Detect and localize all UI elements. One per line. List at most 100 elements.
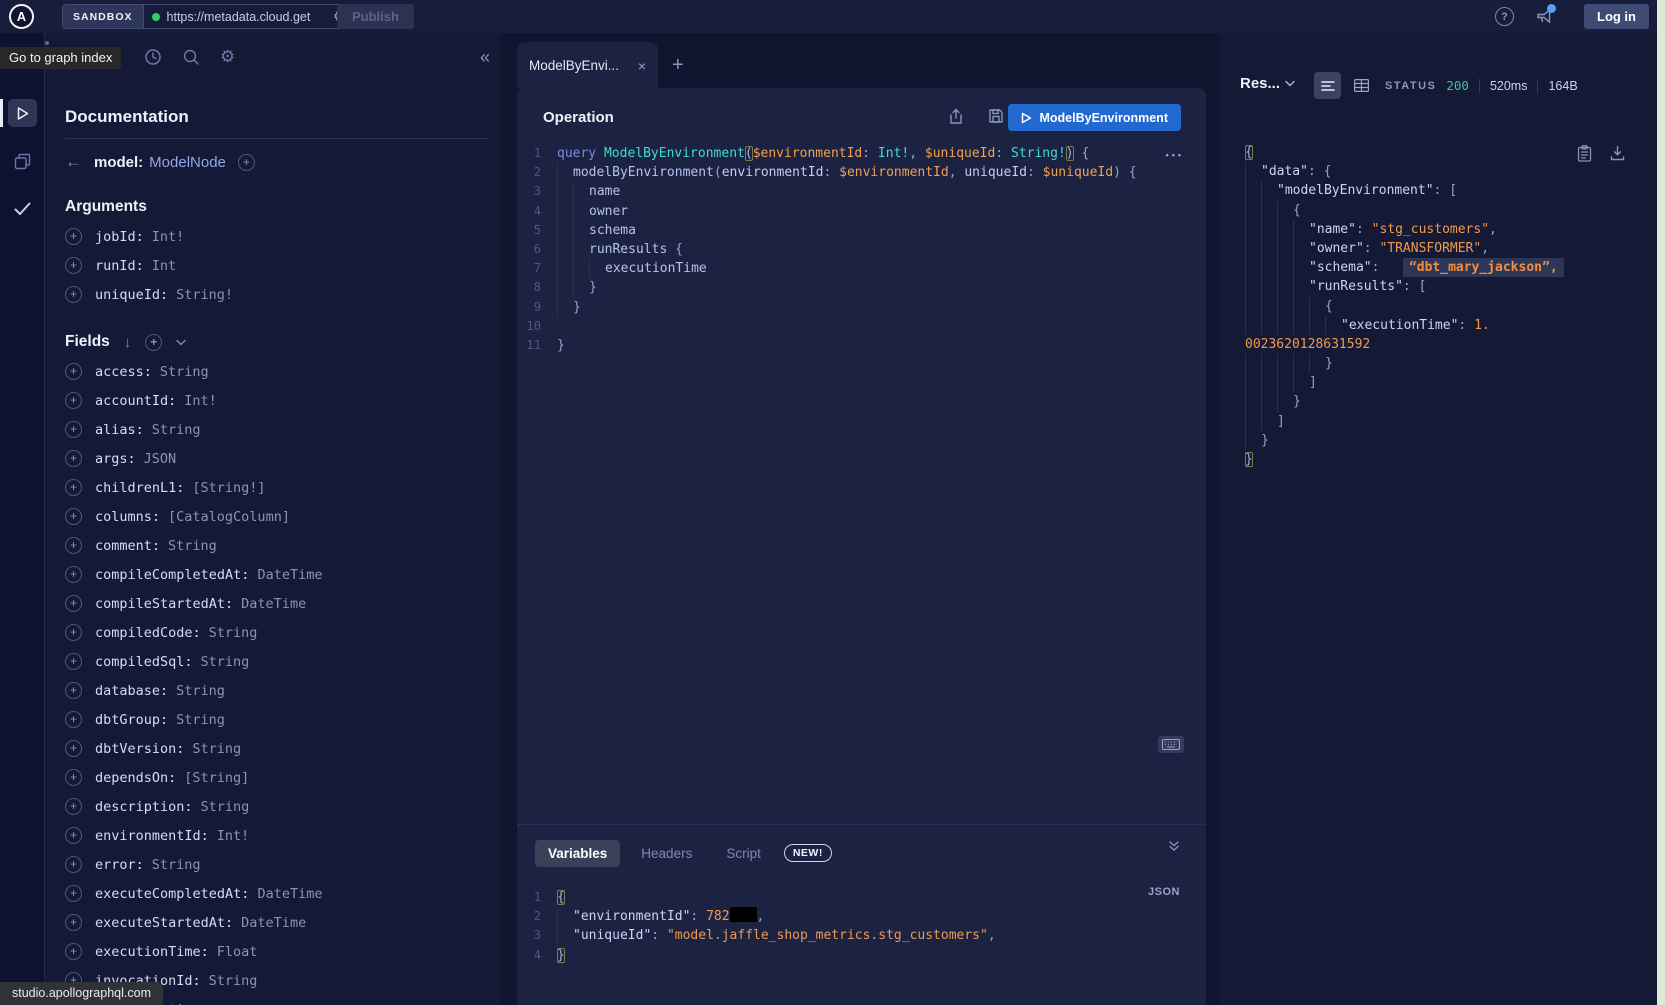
run-operation-button[interactable]: ModelByEnvironment bbox=[1008, 104, 1182, 131]
add-field-button[interactable]: + bbox=[65, 479, 82, 496]
collapse-variables-icon[interactable] bbox=[1168, 840, 1180, 852]
apollo-logo[interactable]: A bbox=[9, 4, 34, 29]
field-name[interactable]: dbtVersion: bbox=[95, 741, 184, 757]
field-name[interactable]: error: bbox=[95, 857, 144, 873]
table-view-icon[interactable] bbox=[1348, 72, 1375, 99]
sort-fields-icon[interactable]: ↓ bbox=[124, 334, 132, 351]
type-name-link[interactable]: ModelNode bbox=[149, 154, 226, 171]
add-field-button[interactable]: + bbox=[65, 856, 82, 873]
add-field-button[interactable]: + bbox=[65, 827, 82, 844]
field-type[interactable]: String bbox=[192, 741, 241, 757]
field-type[interactable]: String bbox=[209, 625, 258, 641]
add-field-button[interactable]: + bbox=[65, 943, 82, 960]
field-name[interactable]: compiledCode: bbox=[95, 625, 201, 641]
field-name[interactable]: compileCompletedAt: bbox=[95, 567, 249, 583]
field-type[interactable]: String bbox=[201, 799, 250, 815]
field-type[interactable]: JSON bbox=[144, 451, 177, 467]
save-icon[interactable] bbox=[988, 108, 1004, 124]
field-name[interactable]: alias: bbox=[95, 422, 144, 438]
field-type[interactable]: DateTime bbox=[257, 886, 322, 902]
field-type[interactable]: String bbox=[201, 654, 250, 670]
field-name[interactable]: args: bbox=[95, 451, 136, 467]
add-field-button[interactable]: + bbox=[65, 286, 82, 303]
add-field-button[interactable]: + bbox=[65, 228, 82, 245]
add-field-button[interactable]: + bbox=[65, 392, 82, 409]
field-type[interactable]: DateTime bbox=[241, 596, 306, 612]
add-field-button[interactable]: + bbox=[65, 566, 82, 583]
add-field-button[interactable]: + bbox=[65, 624, 82, 641]
add-field-button[interactable]: + bbox=[65, 508, 82, 525]
field-type[interactable]: String bbox=[152, 857, 201, 873]
add-field-button[interactable]: + bbox=[65, 914, 82, 931]
add-field-button[interactable]: + bbox=[65, 421, 82, 438]
field-type[interactable]: [CatalogColumn] bbox=[168, 509, 290, 525]
operation-tab[interactable]: ModelByEnvi... × bbox=[517, 42, 658, 89]
add-field-button[interactable]: + bbox=[65, 450, 82, 467]
publish-button[interactable]: Publish bbox=[337, 4, 414, 29]
add-field-button[interactable]: + bbox=[65, 885, 82, 902]
tree-view-icon[interactable] bbox=[1314, 72, 1341, 99]
search-icon[interactable] bbox=[182, 48, 200, 66]
field-type[interactable]: String! bbox=[176, 287, 233, 303]
field-name[interactable]: compileStartedAt: bbox=[95, 596, 233, 612]
field-type[interactable]: DateTime bbox=[257, 567, 322, 583]
collapse-panel-icon[interactable]: « bbox=[480, 47, 490, 68]
field-name[interactable]: description: bbox=[95, 799, 193, 815]
nav-explorer-icon[interactable] bbox=[8, 99, 37, 127]
login-button[interactable]: Log in bbox=[1584, 4, 1649, 29]
response-title[interactable]: Res... bbox=[1240, 75, 1280, 92]
more-options-icon[interactable]: ••• bbox=[1166, 150, 1184, 160]
nav-schema-icon[interactable] bbox=[8, 147, 37, 175]
tab-headers[interactable]: Headers bbox=[628, 840, 705, 867]
announcements-icon[interactable] bbox=[1536, 8, 1553, 25]
endpoint-url[interactable]: https://metadata.cloud.get bbox=[167, 10, 326, 24]
keyboard-shortcuts-icon[interactable] bbox=[1158, 736, 1184, 753]
help-icon[interactable]: ? bbox=[1495, 7, 1514, 26]
field-type[interactable]: Float bbox=[217, 944, 258, 960]
nav-checks-icon[interactable] bbox=[8, 195, 37, 223]
add-all-fields-button[interactable]: + bbox=[145, 334, 162, 351]
field-type[interactable]: DateTime bbox=[241, 915, 306, 931]
tab-script[interactable]: Script bbox=[713, 840, 774, 867]
field-type[interactable]: Int! bbox=[152, 229, 185, 245]
add-type-button[interactable]: + bbox=[238, 154, 255, 171]
field-name[interactable]: dependsOn: bbox=[95, 770, 176, 786]
add-field-button[interactable]: + bbox=[65, 257, 82, 274]
field-type[interactable]: String bbox=[176, 683, 225, 699]
field-name[interactable]: dbtGroup: bbox=[95, 712, 168, 728]
field-type[interactable]: Int! bbox=[217, 828, 250, 844]
field-name[interactable]: columns: bbox=[95, 509, 160, 525]
variables-editor[interactable]: 1{2"environmentId": 782,3"uniqueId": "mo… bbox=[517, 888, 1206, 965]
add-field-button[interactable]: + bbox=[65, 740, 82, 757]
field-name[interactable]: jobId: bbox=[95, 229, 144, 245]
settings-gear-icon[interactable]: ⚙ bbox=[220, 48, 235, 67]
add-field-button[interactable]: + bbox=[65, 711, 82, 728]
field-type[interactable]: String bbox=[160, 364, 209, 380]
share-icon[interactable] bbox=[948, 108, 964, 125]
tab-variables[interactable]: Variables bbox=[535, 840, 620, 867]
add-field-button[interactable]: + bbox=[65, 769, 82, 786]
field-type[interactable]: Int! bbox=[184, 393, 217, 409]
back-arrow-icon[interactable]: ← bbox=[65, 152, 82, 172]
add-field-button[interactable]: + bbox=[65, 537, 82, 554]
close-tab-icon[interactable]: × bbox=[638, 58, 646, 74]
field-type[interactable]: Int bbox=[152, 258, 176, 274]
field-type[interactable]: [String] bbox=[184, 770, 249, 786]
field-type[interactable]: [String!] bbox=[192, 480, 265, 496]
chevron-down-icon[interactable] bbox=[176, 339, 186, 346]
field-name[interactable]: childrenL1: bbox=[95, 480, 184, 496]
field-name[interactable]: executeStartedAt: bbox=[95, 915, 233, 931]
field-name[interactable]: compiledSql: bbox=[95, 654, 193, 670]
add-field-button[interactable]: + bbox=[65, 798, 82, 815]
add-field-button[interactable]: + bbox=[65, 595, 82, 612]
response-menu-chevron-icon[interactable] bbox=[1285, 80, 1295, 87]
field-name[interactable]: comment: bbox=[95, 538, 160, 554]
field-name[interactable]: access: bbox=[95, 364, 152, 380]
field-name[interactable]: executionTime: bbox=[95, 944, 209, 960]
field-type[interactable]: String bbox=[152, 422, 201, 438]
new-tab-button[interactable]: + bbox=[672, 55, 684, 75]
field-name[interactable]: database: bbox=[95, 683, 168, 699]
history-icon[interactable] bbox=[144, 48, 162, 66]
field-name[interactable]: runId: bbox=[95, 258, 144, 274]
field-name[interactable]: uniqueId: bbox=[95, 287, 168, 303]
